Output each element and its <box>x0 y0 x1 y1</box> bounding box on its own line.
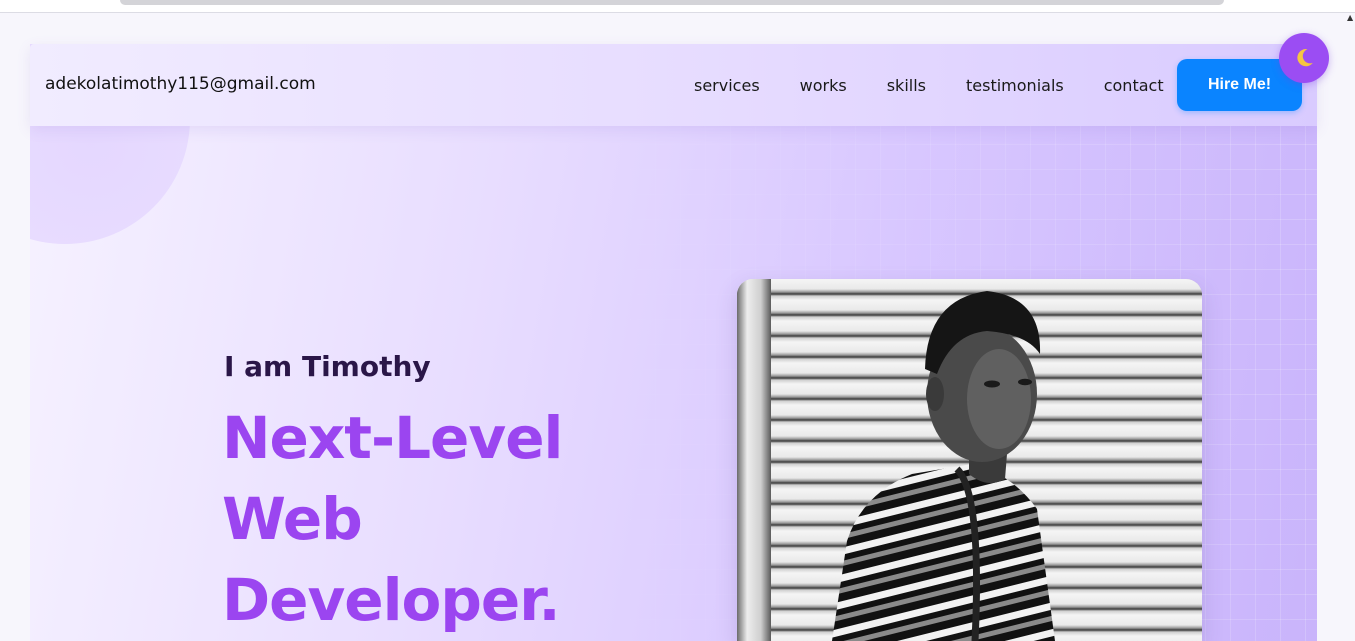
scroll-up-arrow-icon[interactable]: ▲ <box>1347 14 1355 22</box>
horizontal-scrollbar[interactable] <box>120 0 1224 5</box>
nav-links: services works skills testimonials conta… <box>694 76 1204 95</box>
nav-link-services[interactable]: services <box>694 76 760 95</box>
nav-link-contact[interactable]: contact <box>1104 76 1164 95</box>
nav-link-skills[interactable]: skills <box>887 76 926 95</box>
profile-photo <box>737 279 1202 641</box>
headline-line-2: Web <box>222 485 363 553</box>
headline-line-1: Next-Level <box>222 404 563 472</box>
nav-link-works[interactable]: works <box>800 76 847 95</box>
contact-email[interactable]: adekolatimothy115@gmail.com <box>45 74 316 94</box>
navbar: adekolatimothy115@gmail.com services wor… <box>30 44 1317 126</box>
person-silhouette <box>832 291 1055 641</box>
intro-text: I am Timothy <box>224 350 431 383</box>
moon-icon <box>1297 49 1313 67</box>
nav-link-testimonials[interactable]: testimonials <box>966 76 1064 95</box>
theme-toggle-button[interactable] <box>1279 33 1329 83</box>
browser-top-strip <box>0 0 1355 13</box>
headline-line-3: Developer. <box>222 566 561 634</box>
hero-headline: Next-Level Web Developer. <box>222 398 563 641</box>
